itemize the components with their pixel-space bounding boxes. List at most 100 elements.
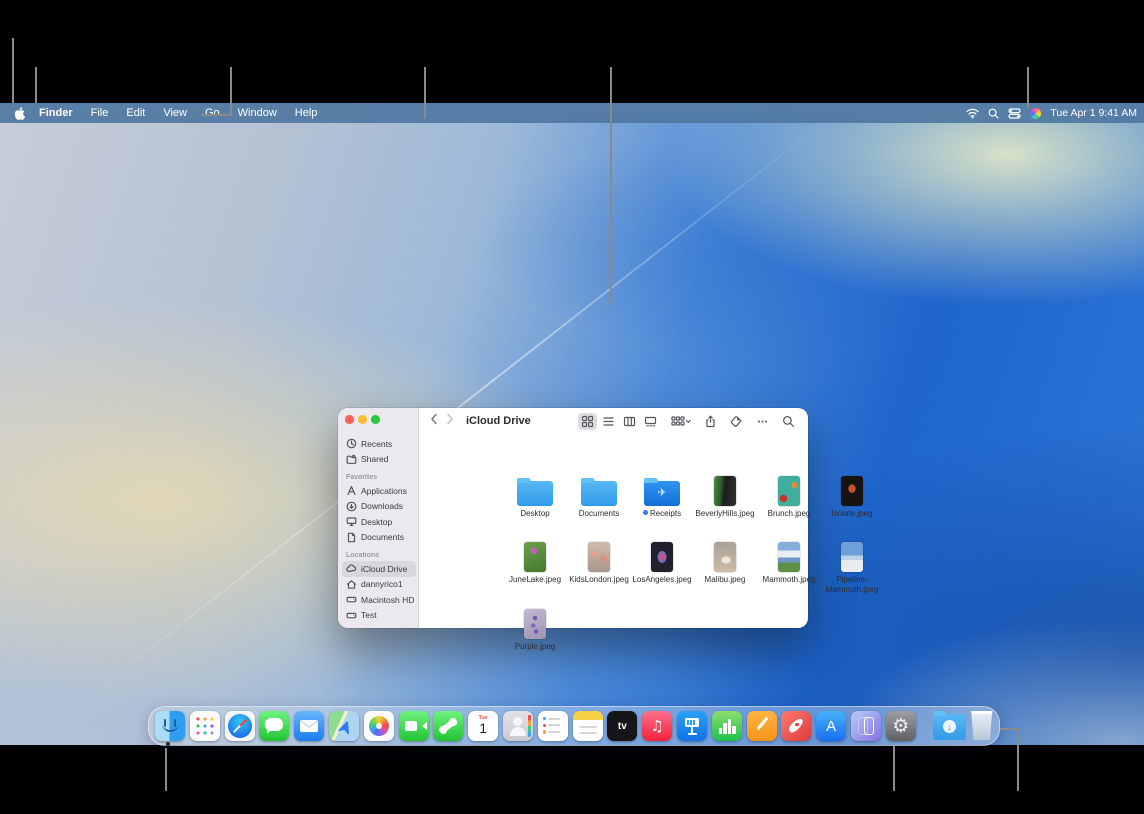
rocket-dock-icon[interactable] <box>781 711 811 741</box>
zoom-button[interactable] <box>371 415 380 424</box>
finder-window: Recents Shared Favorites Applications Do… <box>338 408 808 628</box>
photos-dock-icon[interactable] <box>364 711 394 741</box>
image-thumbnail <box>841 476 863 506</box>
file-malibu[interactable]: Malibu.jpeg <box>694 536 756 585</box>
applications-icon <box>346 485 357 496</box>
menu-item-edit[interactable]: Edit <box>117 105 154 121</box>
numbers-dock-icon[interactable] <box>712 711 742 741</box>
download-arrow-icon: ↓ <box>943 720 956 733</box>
messages-dock-icon[interactable] <box>259 711 289 741</box>
image-thumbnail <box>714 476 736 506</box>
menu-item-view[interactable]: View <box>154 105 196 121</box>
icloud-sync-dot <box>643 510 648 515</box>
menu-item-file[interactable]: File <box>82 105 118 121</box>
column-view-button[interactable] <box>620 413 639 430</box>
menu-bar-clock[interactable]: Tue Apr 1 9:41 AM <box>1050 107 1137 119</box>
spotlight-search-icon[interactable] <box>988 108 999 119</box>
window-title: iCloud Drive <box>466 415 531 427</box>
icon-art <box>543 730 563 733</box>
minimize-button[interactable] <box>358 415 367 424</box>
file-name: JuneLake.jpeg <box>504 575 566 585</box>
close-button[interactable] <box>345 415 354 424</box>
system-settings-dock-icon[interactable]: ⚙ <box>886 711 916 741</box>
file-losangeles[interactable]: LosAngeles.jpeg <box>631 536 693 585</box>
sidebar-item-documents[interactable]: Documents <box>342 530 416 546</box>
apple-menu[interactable] <box>8 107 30 120</box>
list-view-button[interactable] <box>599 413 618 430</box>
tags-button[interactable] <box>727 413 746 430</box>
calendar-dock-icon[interactable]: Tue 1 <box>468 711 498 741</box>
sidebar-item-applications[interactable]: Applications <box>342 483 416 499</box>
siri-icon[interactable] <box>1030 108 1041 119</box>
pages-dock-icon[interactable] <box>747 711 777 741</box>
file-mammoth[interactable]: Mammoth.jpeg <box>758 536 820 585</box>
group-by-button[interactable] <box>667 413 694 430</box>
file-brunch[interactable]: Brunch.jpeg <box>758 470 820 519</box>
facetime-dock-icon[interactable] <box>399 711 429 741</box>
notes-dock-icon[interactable] <box>573 711 603 741</box>
sidebar-item-icloud-drive[interactable]: iCloud Drive <box>342 561 416 577</box>
icon-art <box>732 726 735 734</box>
sidebar-label: Downloads <box>361 501 403 511</box>
menu-item-go[interactable]: Go <box>196 105 229 121</box>
trash-dock-icon[interactable] <box>970 711 996 741</box>
menu-item-help[interactable]: Help <box>286 105 327 121</box>
gear-icon: ⚙ <box>892 717 909 736</box>
icon-art <box>719 728 722 734</box>
file-receipts-folder[interactable]: ✈ Receipts <box>631 470 693 519</box>
sidebar-item-macintosh-hd[interactable]: Macintosh HD <box>342 592 416 608</box>
share-button[interactable] <box>701 413 720 430</box>
icon-view-button[interactable] <box>578 413 597 430</box>
keynote-dock-icon[interactable] <box>677 711 707 741</box>
view-switcher <box>578 413 660 430</box>
wifi-icon[interactable] <box>966 108 979 119</box>
file-junelake[interactable]: JuneLake.jpeg <box>504 536 566 585</box>
sidebar-item-recents[interactable]: Recents <box>342 436 416 452</box>
music-dock-icon[interactable]: ♫ <box>642 711 672 741</box>
launchpad-dock-icon[interactable] <box>190 711 220 741</box>
reminders-dock-icon[interactable] <box>538 711 568 741</box>
menu-item-window[interactable]: Window <box>229 105 286 121</box>
finder-dock-icon[interactable] <box>155 711 185 741</box>
forward-button[interactable] <box>446 412 454 430</box>
file-desktop-folder[interactable]: Desktop <box>504 470 566 519</box>
contacts-dock-icon[interactable] <box>503 711 533 741</box>
callout-system-settings <box>893 746 895 791</box>
cloud-icon <box>346 563 357 574</box>
sidebar-label: dannyrico1 <box>361 579 403 589</box>
back-button[interactable] <box>430 412 438 430</box>
safari-dock-icon[interactable] <box>225 711 255 741</box>
file-documents-folder[interactable]: Documents <box>568 470 630 519</box>
sidebar-item-downloads[interactable]: Downloads <box>342 499 416 515</box>
downloads-folder-dock-icon[interactable]: ↓ <box>933 711 966 741</box>
tv-dock-icon[interactable]: tv <box>607 711 637 741</box>
sidebar-item-shared[interactable]: Shared <box>342 452 416 468</box>
more-options-button[interactable] <box>753 413 772 430</box>
control-center-icon[interactable] <box>1008 108 1021 119</box>
tv-logo-text: tv <box>618 721 627 732</box>
file-purple[interactable]: Purple.jpeg <box>504 603 566 652</box>
iphone-mirroring-dock-icon[interactable] <box>851 711 881 741</box>
mail-dock-icon[interactable] <box>294 711 324 741</box>
menu-item-finder[interactable]: Finder <box>30 105 82 121</box>
calendar-weekday: Tue <box>468 715 498 721</box>
phone-dock-icon[interactable] <box>433 711 463 741</box>
maps-dock-icon[interactable] <box>329 711 359 741</box>
icon-art <box>687 720 697 725</box>
sidebar-item-home[interactable]: dannyrico1 <box>342 577 416 593</box>
image-thumbnail <box>714 542 736 572</box>
file-beverlyhills[interactable]: BeverlyHills.jpeg <box>694 470 756 519</box>
file-kidslondon[interactable]: KidsLondon.jpeg <box>568 536 630 585</box>
icon-art <box>337 718 354 736</box>
app-store-dock-icon[interactable]: A <box>816 711 846 741</box>
finder-running-indicator <box>166 742 170 746</box>
sidebar-item-test[interactable]: Test <box>342 608 416 624</box>
clock-icon <box>346 438 357 449</box>
file-pipeline-mammoth[interactable]: Pipeline-Mammoth.jpeg <box>821 536 883 594</box>
search-button[interactable] <box>779 413 798 430</box>
file-name: Isolate.jpeg <box>821 509 883 519</box>
gallery-view-button[interactable] <box>641 413 660 430</box>
sidebar-item-desktop[interactable]: Desktop <box>342 514 416 530</box>
file-isolate[interactable]: Isolate.jpeg <box>821 470 883 519</box>
finder-sidebar: Recents Shared Favorites Applications Do… <box>338 408 419 628</box>
